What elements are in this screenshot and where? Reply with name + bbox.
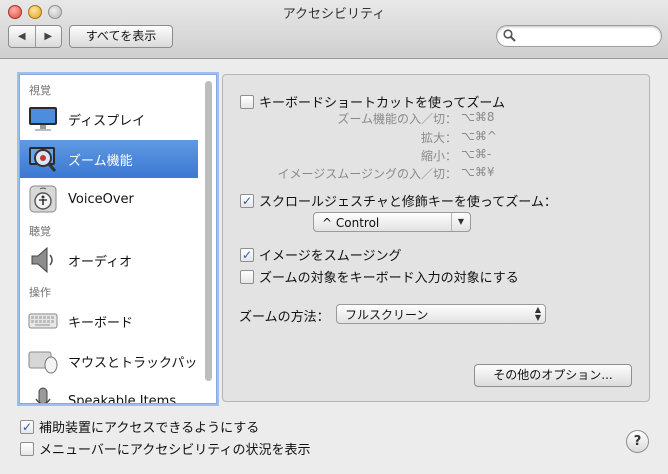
section-header-interaction: 操作	[29, 286, 51, 299]
voiceover-icon	[26, 182, 60, 216]
search-icon	[503, 29, 516, 42]
sidebar-item-display[interactable]: ディスプレイ	[20, 100, 198, 138]
keyboard-shortcuts-checkbox[interactable]	[240, 94, 254, 109]
sidebar-item-label: ズーム機能	[68, 153, 133, 169]
sidebar-item-speakable-items[interactable]: Speakable Items	[20, 382, 198, 404]
zoom-icon	[26, 142, 60, 176]
shortcut-keys-zoom-out: ⌥⌘-	[461, 147, 492, 161]
microphone-icon	[26, 384, 60, 403]
keyboard-icon	[26, 304, 60, 338]
section-header-vision: 視覚	[29, 84, 51, 97]
sidebar-item-label: Speakable Items	[68, 393, 177, 404]
smooth-images-label: イメージをスムージング	[259, 249, 402, 264]
zoom-settings-panel: キーボードショートカットを使ってズーム ズーム機能の入／切： ⌥⌘8 拡大： ⌥…	[222, 74, 650, 402]
shortcut-keys-toggle: ⌥⌘8	[461, 110, 495, 124]
back-forward-control: ◀ ▶	[8, 25, 62, 48]
assistive-devices-label: 補助装置にアクセスできるようにする	[39, 421, 260, 436]
sidebar-item-label: オーディオ	[68, 254, 133, 270]
speaker-icon	[26, 243, 60, 277]
scroll-gesture-label: スクロールジェスチャと修飾キーを使ってズーム：	[259, 195, 557, 210]
chevron-down-icon: ▼	[451, 213, 470, 231]
scroll-gesture-checkbox[interactable]	[240, 193, 254, 208]
window-titlebar: アクセシビリティ ◀ ▶ すべてを表示	[0, 0, 668, 59]
shortcut-label-toggle: ズーム機能の入／切：	[337, 112, 457, 126]
assistive-devices-checkbox[interactable]	[20, 419, 34, 434]
menubar-status-checkbox-row[interactable]: メニューバーにアクセシビリティの状況を表示	[20, 439, 310, 458]
sidebar-item-keyboard[interactable]: キーボード	[20, 302, 198, 340]
follow-focus-label: ズームの対象をキーボード入力の対象にする	[259, 271, 519, 286]
smooth-images-checkbox[interactable]	[240, 247, 254, 262]
help-button[interactable]: ?	[626, 430, 649, 453]
sidebar-item-label: キーボード	[68, 315, 134, 331]
keyboard-shortcuts-label: キーボードショートカットを使ってズーム	[259, 96, 505, 111]
mouse-icon	[26, 344, 60, 378]
zoom-style-value: フルスクリーン	[345, 308, 429, 322]
keyboard-shortcuts-checkbox-row[interactable]: キーボードショートカットを使ってズーム	[240, 92, 505, 111]
menubar-status-label: メニューバーにアクセシビリティの状況を表示	[39, 443, 311, 458]
sidebar-item-label: マウスとトラックパッ	[68, 355, 198, 371]
scroll-gesture-checkbox-row[interactable]: スクロールジェスチャと修飾キーを使ってズーム：	[240, 191, 557, 210]
assistive-devices-checkbox-row[interactable]: 補助装置にアクセスできるようにする	[20, 417, 259, 436]
sidebar-item-zoom[interactable]: ズーム機能	[20, 140, 198, 178]
sidebar-scrollbar[interactable]	[205, 81, 212, 381]
section-header-hearing: 聴覚	[29, 225, 51, 238]
zoom-style-label: ズームの方法：	[239, 310, 330, 325]
sidebar-item-audio[interactable]: オーディオ	[20, 241, 198, 279]
shortcut-keys-smoothing: ⌥⌘¥	[461, 165, 495, 179]
sidebar-item-mouse-trackpad[interactable]: マウスとトラックパッ	[20, 342, 198, 380]
shortcut-label-smoothing: イメージスムージングの入／切：	[277, 167, 457, 181]
shortcut-label-zoom-in: 拡大：	[420, 131, 457, 145]
modifier-key-value: ^ Control	[322, 216, 380, 230]
search-field[interactable]	[496, 25, 662, 47]
sidebar-item-voiceover[interactable]: VoiceOver	[20, 180, 198, 218]
back-arrow-icon[interactable]: ◀	[9, 26, 35, 47]
window-title: アクセシビリティ	[282, 7, 386, 22]
shortcut-label-zoom-out: 縮小：	[420, 149, 457, 163]
show-all-button[interactable]: すべてを表示	[69, 25, 173, 48]
more-options-button[interactable]: その他のオプション...	[474, 364, 632, 387]
forward-arrow-icon[interactable]: ▶	[34, 26, 62, 47]
follow-focus-checkbox-row[interactable]: ズームの対象をキーボード入力の対象にする	[240, 267, 519, 286]
display-icon	[26, 102, 60, 136]
smooth-images-checkbox-row[interactable]: イメージをスムージング	[240, 245, 401, 264]
follow-focus-checkbox[interactable]	[240, 269, 254, 284]
sidebar-item-label: ディスプレイ	[68, 113, 146, 129]
sidebar-item-label: VoiceOver	[68, 191, 134, 207]
category-list[interactable]: 視覚 ディスプレイ ズーム機能 VoiceOver 聴覚 オーディオ 操作 キー…	[19, 74, 217, 404]
zoom-style-popup[interactable]: フルスクリーン ▲ ▼	[336, 304, 546, 324]
shortcut-keys-zoom-in: ⌥⌘^	[461, 129, 497, 143]
modifier-key-popup[interactable]: ^ Control ▼	[313, 212, 471, 232]
up-down-arrows-icon: ▲ ▼	[534, 305, 541, 322]
menubar-status-checkbox[interactable]	[20, 441, 34, 456]
